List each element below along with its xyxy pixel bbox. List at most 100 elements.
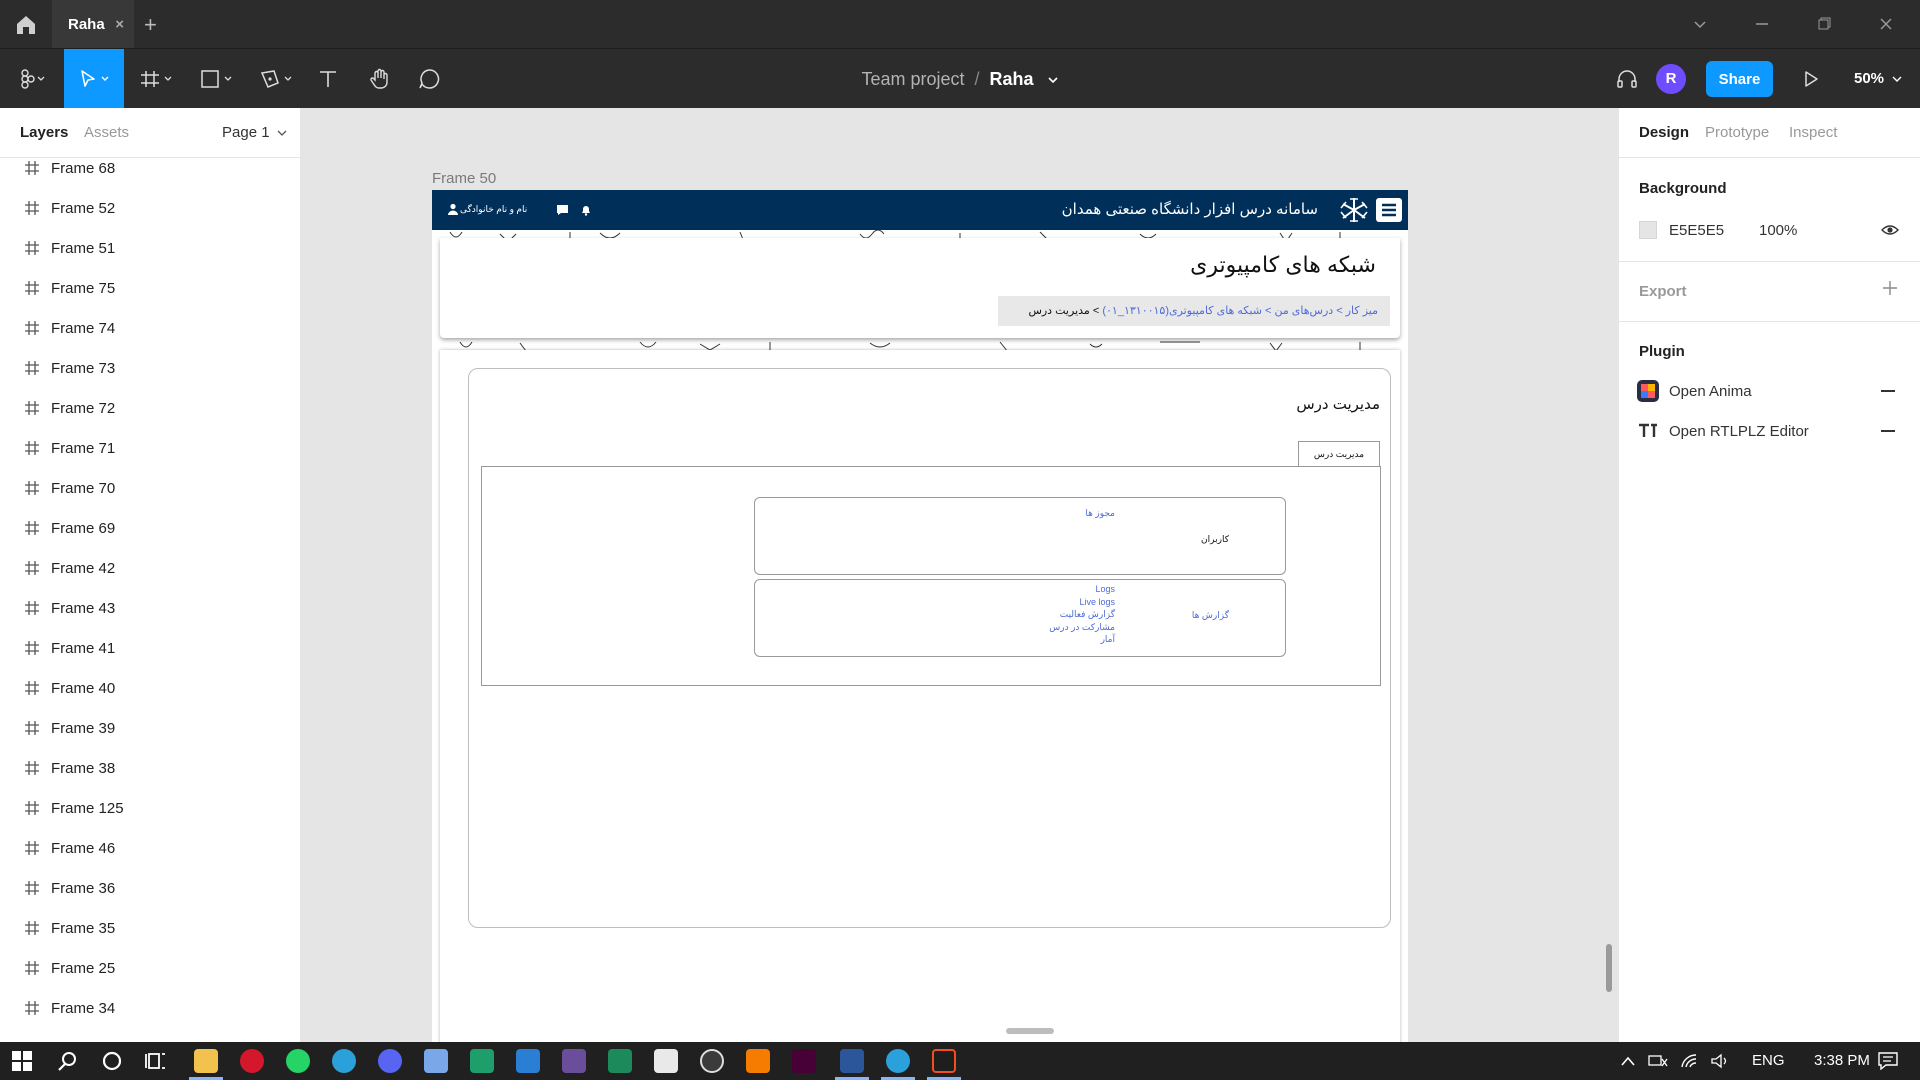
- frame-label[interactable]: Frame 50: [432, 170, 496, 187]
- layer-item[interactable]: Frame 125: [0, 788, 300, 828]
- xampp-icon[interactable]: [746, 1049, 770, 1073]
- page-selector[interactable]: Page 1: [222, 124, 287, 141]
- move-tool-button[interactable]: [64, 49, 124, 109]
- app-cube-icon[interactable]: [424, 1049, 448, 1073]
- discord-icon[interactable]: [378, 1049, 402, 1073]
- search-icon[interactable]: [56, 1049, 80, 1073]
- layer-item[interactable]: Frame 40: [0, 668, 300, 708]
- file-tab[interactable]: Raha ×: [52, 0, 134, 48]
- tab-design[interactable]: Design: [1639, 124, 1689, 141]
- new-tab-icon[interactable]: +: [144, 12, 157, 38]
- layer-item[interactable]: Frame 72: [0, 388, 300, 428]
- pen-tool-button[interactable]: [256, 49, 302, 109]
- report-link[interactable]: مشارکت در درس: [1049, 622, 1115, 633]
- zoom-menu[interactable]: 50%: [1854, 49, 1902, 109]
- background-hex[interactable]: E5E5E5: [1669, 222, 1724, 239]
- telegram-icon[interactable]: [332, 1049, 356, 1073]
- background-fill-row[interactable]: E5E5E5 100%: [1619, 210, 1919, 250]
- clock[interactable]: 3:38 PM: [1814, 1042, 1870, 1080]
- layer-item[interactable]: Frame 38: [0, 748, 300, 788]
- comment-tool-button[interactable]: [414, 49, 444, 109]
- user-name[interactable]: نام و نام خانوادگی: [460, 204, 527, 215]
- figma-taskbar-icon[interactable]: [932, 1049, 956, 1073]
- notifications-icon[interactable]: [1878, 1052, 1898, 1070]
- plugin-name[interactable]: Open Anima: [1669, 383, 1752, 400]
- tab-layers[interactable]: Layers: [20, 124, 68, 141]
- telegram-icon[interactable]: [886, 1049, 910, 1073]
- remove-plugin-icon[interactable]: [1881, 430, 1895, 432]
- modeling-app-icon[interactable]: [562, 1049, 586, 1073]
- document-app-icon[interactable]: [654, 1049, 678, 1073]
- frame-tool-button[interactable]: [136, 49, 182, 109]
- background-opacity[interactable]: 100%: [1759, 222, 1797, 239]
- layer-item[interactable]: Frame 73: [0, 348, 300, 388]
- file-name[interactable]: Raha: [990, 69, 1034, 89]
- layer-item[interactable]: Frame 42: [0, 548, 300, 588]
- home-icon[interactable]: [14, 13, 38, 37]
- hamburger-menu-icon[interactable]: [1376, 198, 1402, 222]
- permissions-link[interactable]: مجوز ها: [1085, 508, 1115, 519]
- report-link[interactable]: آمار: [1101, 634, 1115, 645]
- layer-item[interactable]: Frame 43: [0, 588, 300, 628]
- shape-tool-button[interactable]: [196, 49, 242, 109]
- text-tool-button[interactable]: [314, 49, 342, 109]
- hand-tool-button[interactable]: [364, 49, 396, 109]
- breadcrumb-dashboard[interactable]: میز کار: [1346, 305, 1378, 317]
- audio-call-button[interactable]: [1612, 49, 1642, 109]
- adobe-xd-icon[interactable]: [792, 1049, 816, 1073]
- message-icon[interactable]: [556, 204, 569, 216]
- breadcrumb-course[interactable]: شبکه های کامپیوتری(۱۳۱۰۰۱۵_۰۱): [1102, 305, 1262, 317]
- share-button[interactable]: Share: [1706, 61, 1773, 97]
- layer-item[interactable]: Frame 75: [0, 268, 300, 308]
- input-language[interactable]: ENG: [1752, 1042, 1785, 1080]
- volume-icon[interactable]: [1710, 1053, 1730, 1069]
- report-link[interactable]: Logs: [1095, 584, 1115, 594]
- vscode-icon[interactable]: [516, 1049, 540, 1073]
- project-name[interactable]: Team project: [861, 69, 964, 89]
- avatar[interactable]: R: [1656, 64, 1686, 94]
- layer-item[interactable]: Frame 70: [0, 468, 300, 508]
- add-export-icon[interactable]: [1882, 280, 1898, 296]
- pycharm-icon[interactable]: [470, 1049, 494, 1073]
- layer-item[interactable]: Frame 39: [0, 708, 300, 748]
- word-icon[interactable]: [840, 1049, 864, 1073]
- report-link[interactable]: گزارش فعالیت: [1060, 609, 1115, 620]
- layer-item[interactable]: Frame 34: [0, 988, 300, 1028]
- eye-icon[interactable]: [1881, 222, 1899, 238]
- wifi-icon[interactable]: [1680, 1053, 1700, 1069]
- layer-item[interactable]: Frame 46: [0, 828, 300, 868]
- tab-assets[interactable]: Assets: [84, 124, 129, 141]
- reports-label[interactable]: گزارش ها: [1192, 610, 1229, 621]
- tab-prototype[interactable]: Prototype: [1705, 124, 1769, 141]
- layer-item[interactable]: Frame 68: [0, 148, 300, 188]
- windows-start-icon[interactable]: [10, 1049, 34, 1073]
- layer-item[interactable]: Frame 41: [0, 628, 300, 668]
- tray-overflow-icon[interactable]: [1620, 1054, 1636, 1068]
- file-explorer-icon[interactable]: [194, 1049, 218, 1073]
- restore-icon[interactable]: [1814, 14, 1834, 34]
- close-tab-icon[interactable]: ×: [115, 16, 124, 33]
- main-menu-button[interactable]: [10, 49, 52, 109]
- close-window-icon[interactable]: [1876, 14, 1896, 34]
- task-view-icon[interactable]: [144, 1049, 168, 1073]
- bell-icon[interactable]: [580, 204, 592, 216]
- report-link[interactable]: Live logs: [1079, 597, 1115, 607]
- tab-inspect[interactable]: Inspect: [1789, 124, 1837, 141]
- opera-icon[interactable]: [240, 1049, 264, 1073]
- layer-item[interactable]: Frame 25: [0, 948, 300, 988]
- cortana-icon[interactable]: [100, 1049, 124, 1073]
- layer-item[interactable]: Frame 74: [0, 308, 300, 348]
- layer-item[interactable]: Frame 52: [0, 188, 300, 228]
- layer-item[interactable]: Frame 71: [0, 428, 300, 468]
- excel-app-icon[interactable]: [608, 1049, 632, 1073]
- breadcrumb-my-courses[interactable]: درس‌های من: [1274, 305, 1333, 317]
- canvas[interactable]: Frame 50 سامانه درس افزار دانشگاه صنعتی …: [301, 108, 1618, 1042]
- file-menu-chevron-icon[interactable]: [1047, 74, 1059, 86]
- chevron-down-icon[interactable]: [1690, 14, 1710, 34]
- present-button[interactable]: [1796, 49, 1826, 109]
- color-swatch[interactable]: [1639, 221, 1657, 239]
- frame-50[interactable]: سامانه درس افزار دانشگاه صنعتی همدان نام…: [432, 190, 1408, 1042]
- network-wired-icon[interactable]: [1648, 1053, 1668, 1069]
- tab-course-management[interactable]: مدیریت درس: [1298, 441, 1380, 467]
- plugin-name[interactable]: Open RTLPLZ Editor: [1669, 423, 1809, 440]
